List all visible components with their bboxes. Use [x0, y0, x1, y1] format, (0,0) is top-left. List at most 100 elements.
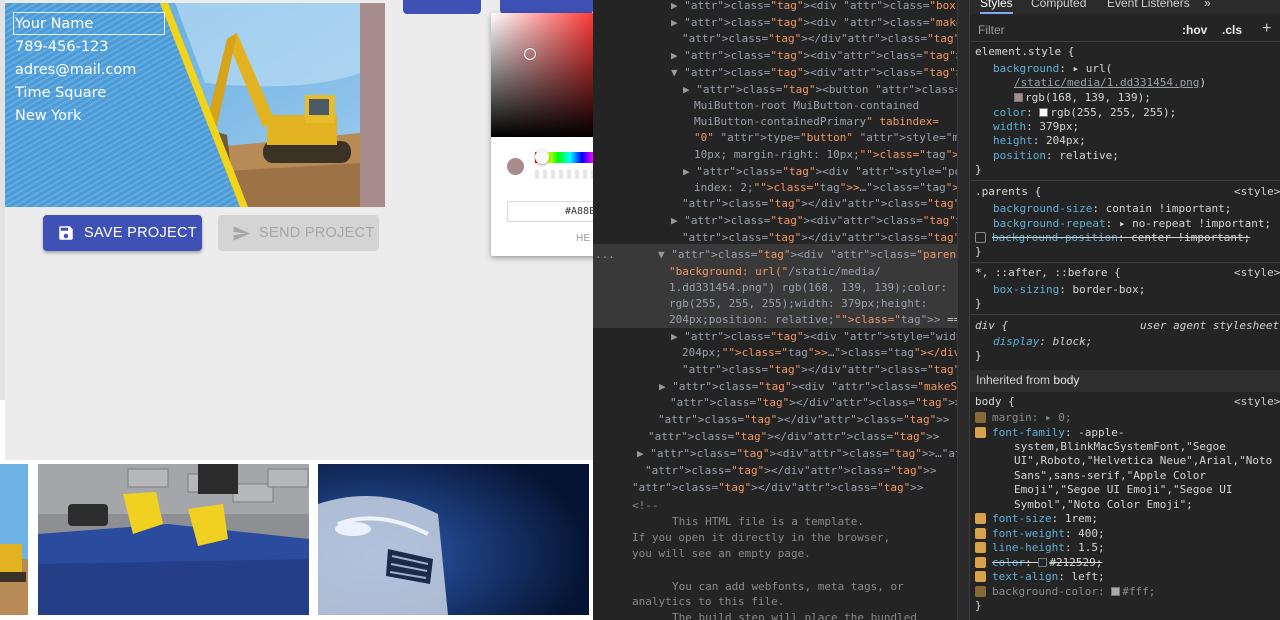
property-checkbox[interactable]	[975, 232, 986, 243]
inherited-from-link[interactable]: body	[1053, 373, 1079, 387]
dom-node-line[interactable]: The build step will place the bundled	[672, 609, 917, 620]
dom-node-line[interactable]: <!--	[632, 497, 659, 514]
dom-node-line[interactable]: MuiButton-containedPrimary" tabindex=	[694, 113, 939, 130]
dom-node-line[interactable]: 204px;"">class="tag">>…">class="tag"></d…	[682, 344, 957, 361]
prop-color-overridden[interactable]: color: #212529;	[975, 556, 1102, 571]
rule-body-selector[interactable]: body {	[975, 395, 1015, 410]
dom-node-line[interactable]: "attr">class="tag"></div"attr">class="ta…	[645, 462, 936, 479]
prop-color[interactable]: color: rgb(255, 255, 255);	[993, 106, 1176, 121]
dom-node-line[interactable]: ▶ "attr">class="tag"><div "attr">class="…	[671, 0, 957, 14]
template-thumbnail-excavator[interactable]	[0, 464, 28, 615]
dom-node-line[interactable]: analytics to this file.	[632, 593, 784, 610]
cls-toggle[interactable]: .cls	[1222, 23, 1242, 37]
dom-node-line[interactable]: rgb(255, 255, 255);width: 379px;height:	[669, 295, 927, 312]
dom-node-line[interactable]: If you open it directly in the browser,	[632, 529, 890, 546]
prop-font-family[interactable]: font-family: -apple-	[975, 426, 1124, 441]
rule-universal-selector[interactable]: *, ::after, ::before {	[975, 266, 1121, 281]
dom-node-line[interactable]: "attr">class="tag"></div"attr">class="ta…	[682, 361, 957, 378]
prop-background-color[interactable]: background-color: #fff;	[975, 585, 1155, 600]
prop-background-size[interactable]: background-size: contain !important;	[993, 202, 1231, 217]
background-rgb-value[interactable]: rgb(168, 139, 139);	[1014, 91, 1151, 106]
dom-node-line[interactable]: "background: url("/static/media/	[669, 263, 881, 280]
dom-node-line[interactable]: index: 2;"">class="tag">>…">class="tag">…	[694, 179, 957, 196]
save-project-label: SAVE PROJECT	[84, 225, 197, 241]
prop-background-repeat[interactable]: background-repeat: ▸ no-repeat !importan…	[993, 217, 1271, 232]
prop-margin[interactable]: margin: ▸ 0;	[975, 411, 1071, 426]
rule-div-selector[interactable]: div {	[975, 319, 1008, 334]
prop-height[interactable]: height: 204px;	[993, 134, 1086, 149]
card-email[interactable]: adres@mail.com	[15, 59, 136, 81]
prop-box-sizing[interactable]: box-sizing: border-box;	[993, 283, 1145, 298]
template-thumbnail-car[interactable]	[318, 464, 589, 615]
dom-node-line[interactable]: ▶ "attr">class="tag"><div"attr">class="t…	[671, 47, 957, 64]
color-swatch-icon[interactable]	[1014, 93, 1023, 102]
dom-node-line[interactable]: you will see an empty page.	[632, 545, 811, 562]
tab-event-listeners[interactable]: Event Listeners	[1107, 0, 1190, 10]
new-rule-button[interactable]: +	[1262, 20, 1271, 38]
card-city[interactable]: New York	[15, 105, 81, 127]
hov-toggle[interactable]: :hov	[1182, 23, 1207, 37]
rule-close-brace: }	[975, 349, 982, 362]
dom-node-line[interactable]: "0" "attr">type="button" "attr">style="m…	[694, 129, 957, 146]
prop-width[interactable]: width: 379px;	[993, 120, 1079, 135]
dom-node-line[interactable]: ▼ "attr">class="tag"><div"attr">class="t…	[671, 64, 957, 81]
dom-node-line[interactable]: ▶ "attr">class="tag"><button "attr">clas…	[683, 81, 957, 98]
prop-position[interactable]: position: relative;	[993, 149, 1119, 164]
toolbar-button-2[interactable]	[500, 0, 593, 14]
hue-slider-thumb[interactable]	[535, 150, 549, 164]
template-thumbnail-paving[interactable]	[38, 464, 309, 615]
filter-input[interactable]: Filter	[978, 23, 1005, 37]
dom-node-line[interactable]: ▶ "attr">class="tag"><div"attr">class="t…	[671, 212, 957, 229]
expand-toggle-icon: ▶	[671, 330, 678, 343]
hex-input[interactable]: #A88B	[507, 201, 593, 222]
saturation-cursor[interactable]	[524, 48, 536, 60]
tabs-overflow-icon[interactable]: »	[1204, 0, 1211, 10]
tab-styles[interactable]: Styles	[980, 0, 1013, 14]
rule-body-source[interactable]: <style>	[1234, 395, 1280, 410]
prop-line-height[interactable]: line-height: 1.5;	[975, 541, 1105, 556]
dom-node-line[interactable]: "attr">class="tag"></div"attr">class="ta…	[632, 479, 923, 496]
color-picker[interactable]: #A88B HE	[491, 13, 593, 256]
dom-node-line[interactable]: ▶ "attr">class="tag"><div "attr">class="…	[671, 14, 957, 31]
node-ellipsis[interactable]: ...	[595, 246, 615, 263]
dom-node-line[interactable]: ▼ "attr">class="tag"><div "attr">class="…	[658, 246, 957, 263]
prop-font-weight[interactable]: font-weight: 400;	[975, 527, 1105, 542]
dom-node-line[interactable]: ▶ "attr">class="tag"><div "attr">class="…	[659, 378, 957, 395]
rule-parents-selector[interactable]: .parents {	[975, 185, 1041, 200]
prop-text-align[interactable]: text-align: left;	[975, 570, 1105, 585]
rule-element-style-selector[interactable]: element.style {	[975, 45, 1074, 60]
saturation-area[interactable]	[491, 13, 593, 137]
prop-background-position[interactable]: background-position: center !important;	[975, 231, 1250, 246]
dom-node-line[interactable]: 10px; margin-right: 10px;"">class="tag">…	[694, 146, 957, 163]
dom-node-line[interactable]: 204px;position: relative;"">class="tag">…	[669, 311, 957, 328]
alpha-slider[interactable]	[535, 170, 593, 179]
dom-node-line[interactable]: "attr">class="tag"></div"attr">class="ta…	[658, 411, 949, 428]
dom-node-line[interactable]: "attr">class="tag"></div"attr">class="ta…	[648, 428, 939, 445]
dom-node-line[interactable]: "attr">class="tag"></div"attr">class="ta…	[682, 195, 957, 212]
rule-universal-source[interactable]: <style>	[1234, 266, 1280, 281]
dom-node-line[interactable]: MuiButton-root MuiButton-contained	[694, 97, 919, 114]
rule-separator	[970, 262, 1280, 263]
dom-node-line[interactable]: "attr">class="tag"></div"attr">class="ta…	[682, 229, 957, 246]
card-address[interactable]: Time Square	[15, 82, 106, 104]
dom-node-line[interactable]: ▶ "attr">class="tag"><div "attr">style="…	[683, 163, 957, 180]
dom-node-line[interactable]: "attr">class="tag"></div"attr">class="ta…	[670, 394, 957, 411]
dom-node-line[interactable]: This HTML file is a template.	[672, 513, 864, 530]
save-icon	[56, 223, 76, 243]
elements-scrollbar[interactable]	[957, 0, 969, 620]
tab-computed[interactable]: Computed	[1031, 0, 1086, 10]
prop-font-size[interactable]: font-size: 1rem;	[975, 512, 1098, 527]
dom-node-line[interactable]: 1.dd331454.png") rgb(168, 139, 139);colo…	[669, 279, 947, 296]
rule-parents-source[interactable]: <style>	[1234, 185, 1280, 200]
save-project-button[interactable]: SAVE PROJECT	[43, 215, 202, 251]
toolbar-button-1[interactable]	[403, 0, 481, 14]
send-project-button[interactable]: SEND PROJECT	[218, 215, 379, 251]
dom-node-line[interactable]: ▶ "attr">class="tag"><div"attr">class="t…	[637, 445, 957, 462]
dom-node-line[interactable]: ▶ "attr">class="tag"><div "attr">style="…	[671, 328, 957, 345]
prop-background[interactable]: background: ▸ url(	[993, 62, 1112, 77]
background-url-link[interactable]: /static/media/1.dd331454.png)	[1014, 76, 1206, 91]
elements-panel[interactable]: ... ▶ "attr">class="tag"><div "attr">cla…	[593, 0, 957, 620]
card-name[interactable]: Your Name	[15, 13, 93, 35]
card-phone[interactable]: 789-456-123	[15, 36, 109, 58]
dom-node-line[interactable]: "attr">class="tag"></div"attr">class="ta…	[682, 30, 957, 47]
